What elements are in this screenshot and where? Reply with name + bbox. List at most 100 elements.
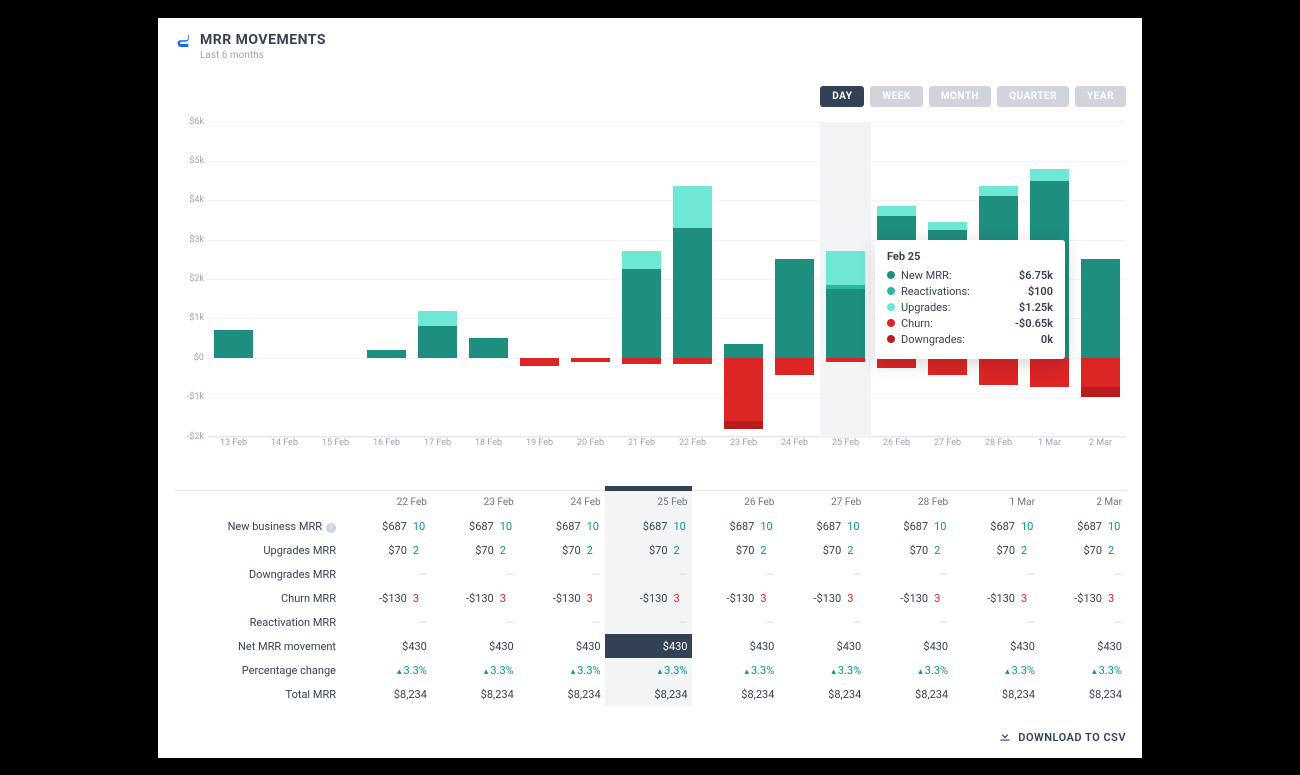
bar-segment-new_mrr — [673, 228, 712, 358]
bar-column[interactable] — [208, 122, 259, 437]
tooltip-row: Reactivations: $100 — [887, 285, 1053, 298]
bar-column[interactable] — [361, 122, 412, 437]
table-cell: $430 — [692, 634, 779, 658]
bar-column[interactable] — [310, 122, 361, 437]
time-range-quarter[interactable]: QUARTER — [997, 86, 1069, 107]
x-axis-label: 26 Feb — [883, 438, 910, 448]
bar-segment-churn — [571, 358, 610, 362]
bar-segment-downgrades — [724, 421, 763, 429]
bar-column[interactable] — [769, 122, 820, 437]
table-cell: $430 — [344, 634, 431, 658]
table-cell: — — [692, 562, 779, 586]
bar-segment-reactivations — [826, 285, 865, 289]
table-column-header: 26 Feb — [692, 490, 779, 514]
time-range-day[interactable]: DAY — [820, 86, 864, 107]
bar-segment-new_mrr — [469, 338, 508, 358]
table-cell: — — [778, 562, 865, 586]
y-axis-label: $2k — [174, 274, 204, 284]
table-row-label: Downgrades MRR — [174, 562, 344, 586]
tooltip-color-dot — [887, 287, 895, 295]
table-cell: $702 — [518, 538, 605, 562]
table-cell: 3.3% — [431, 658, 518, 682]
table-cell: -$1303 — [344, 586, 431, 610]
table-cell: $430 — [518, 634, 605, 658]
y-axis-label: $3k — [174, 235, 204, 245]
bar-segment-new_mrr — [418, 326, 457, 358]
y-axis-label: $4k — [174, 195, 204, 205]
y-axis-label: $6k — [174, 117, 204, 127]
panel-header: MRR MOVEMENTS Last 6 months — [174, 32, 1126, 61]
bar-column[interactable] — [667, 122, 718, 437]
table-cell: — — [518, 562, 605, 586]
bar-column[interactable] — [565, 122, 616, 437]
tooltip-label: Upgrades: — [901, 301, 1013, 314]
download-csv-button[interactable]: DOWNLOAD TO CSV — [998, 729, 1126, 746]
bar-segment-new_mrr — [826, 289, 865, 358]
table-cell: $68710 — [605, 514, 692, 538]
table-column-header: 24 Feb — [518, 490, 605, 514]
y-axis-label: -$2k — [174, 432, 204, 442]
x-axis-label: 24 Feb — [781, 438, 808, 448]
tooltip-value: $6.75k — [1019, 269, 1053, 282]
bar-segment-upgrades — [418, 311, 457, 327]
chart-x-axis: 13 Feb14 Feb15 Feb16 Feb17 Feb18 Feb19 F… — [208, 438, 1126, 458]
bar-column[interactable] — [412, 122, 463, 437]
bar-segment-upgrades — [877, 206, 916, 216]
bar-column[interactable] — [718, 122, 769, 437]
table-row: New business MRRi$68710$68710$68710$6871… — [174, 514, 1126, 538]
bar-column[interactable] — [514, 122, 565, 437]
tooltip-value: $100 — [1028, 285, 1053, 298]
table-row-label: New business MRRi — [174, 514, 344, 538]
table-column-header: 22 Feb — [344, 490, 431, 514]
table-cell: $702 — [605, 538, 692, 562]
bar-column[interactable] — [1075, 122, 1126, 437]
y-axis-label: $5k — [174, 156, 204, 166]
bar-segment-new_mrr — [775, 259, 814, 357]
table-cell: $702 — [1039, 538, 1126, 562]
bar-column[interactable] — [259, 122, 310, 437]
bar-segment-upgrades — [673, 186, 712, 227]
table-cell: $702 — [692, 538, 779, 562]
table-cell: $702 — [431, 538, 518, 562]
table-cell: -$1303 — [431, 586, 518, 610]
tooltip-label: Reactivations: — [901, 285, 1022, 298]
table-cell: $68710 — [518, 514, 605, 538]
time-range-selector: DAY WEEK MONTH QUARTER YEAR — [820, 86, 1126, 107]
tooltip-row: New MRR:$6.75k — [887, 269, 1053, 282]
bar-segment-churn — [877, 358, 916, 368]
table-cell: $68710 — [692, 514, 779, 538]
table-column-header: 28 Feb — [865, 490, 952, 514]
table-cell: — — [431, 562, 518, 586]
bar-segment-churn — [979, 358, 1018, 386]
table-cell: — — [952, 562, 1039, 586]
table-cell: $430 — [605, 634, 692, 658]
bar-column[interactable] — [820, 122, 871, 437]
x-axis-label: 14 Feb — [271, 438, 298, 448]
table-cell: — — [605, 562, 692, 586]
table-cell: — — [952, 610, 1039, 634]
bar-segment-churn — [520, 358, 559, 366]
x-axis-label: 2 Mar — [1089, 438, 1112, 448]
table-row-label: Net MRR movement — [174, 634, 344, 658]
time-range-year[interactable]: YEAR — [1075, 86, 1126, 107]
bar-segment-upgrades — [1030, 169, 1069, 181]
y-axis-label: $0 — [174, 353, 204, 363]
table-cell: $702 — [344, 538, 431, 562]
time-range-month[interactable]: MONTH — [929, 86, 991, 107]
tooltip-row: Upgrades:$1.25k — [887, 301, 1053, 314]
tooltip-color-dot — [887, 335, 895, 343]
panel-subtitle: Last 6 months — [200, 50, 326, 61]
time-range-week[interactable]: WEEK — [870, 86, 922, 107]
table-cell: 3.3% — [865, 658, 952, 682]
bar-column[interactable] — [616, 122, 667, 437]
table-cell: 3.3% — [344, 658, 431, 682]
tooltip-title: Feb 25 — [887, 250, 1053, 263]
panel-title: MRR MOVEMENTS — [200, 32, 326, 48]
table-cell: 3.3% — [518, 658, 605, 682]
table-row: Total MRR$8,234$8,234$8,234$8,234$8,234$… — [174, 682, 1126, 706]
table-cell: $430 — [952, 634, 1039, 658]
table-cell: — — [778, 610, 865, 634]
info-icon[interactable]: i — [326, 523, 336, 533]
bar-column[interactable] — [463, 122, 514, 437]
table-cell: $68710 — [952, 514, 1039, 538]
